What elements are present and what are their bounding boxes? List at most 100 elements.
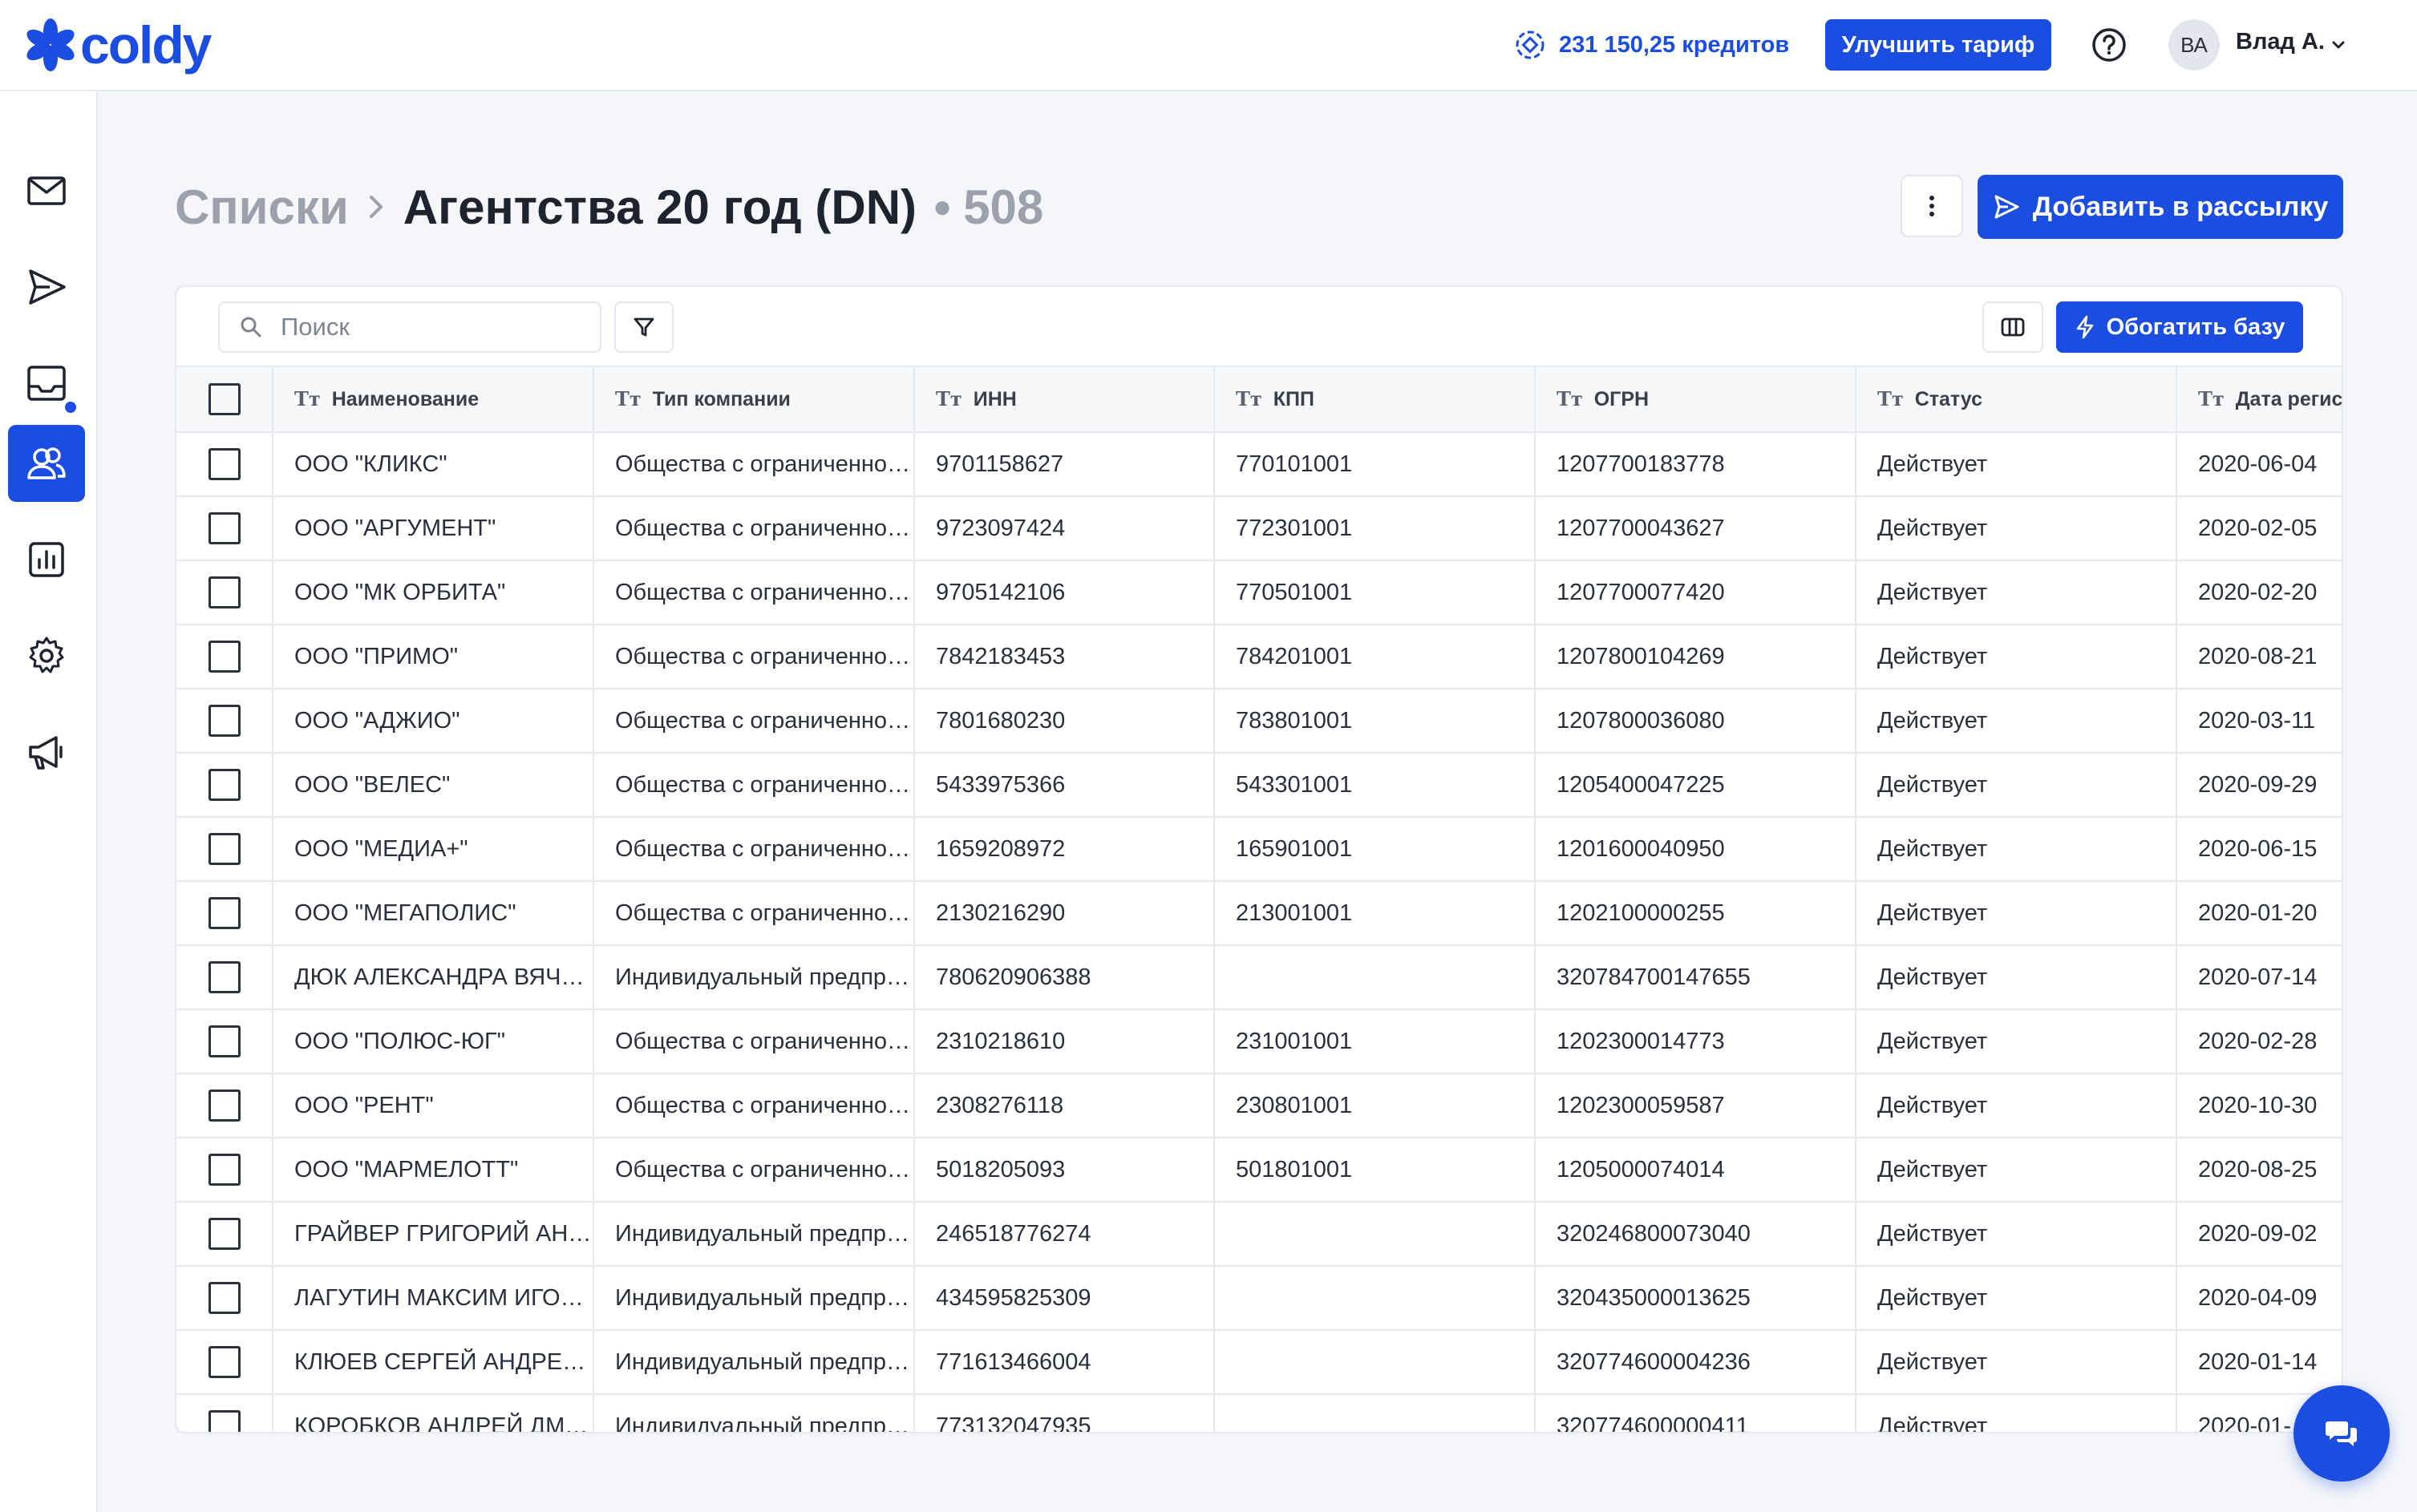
- cell-kpp: [1214, 1330, 1536, 1395]
- row-checkbox[interactable]: [208, 512, 241, 544]
- table-row[interactable]: ООО "МЕГАПОЛИС"Общества с ограниченной о…: [176, 881, 2342, 946]
- cell-kpp: 770101001: [1214, 432, 1536, 497]
- column-header-registration-date[interactable]: TтДата регистрации: [2176, 366, 2342, 433]
- row-select-cell: [176, 753, 273, 818]
- list-count: 508: [963, 180, 1044, 234]
- gear-icon: [29, 637, 64, 673]
- cell-inn: 7801680230: [914, 689, 1215, 754]
- cell-inn: 773132047935: [914, 1394, 1215, 1432]
- text-type-icon: Tт: [936, 387, 962, 410]
- select-all-checkbox[interactable]: [208, 383, 241, 415]
- cell-registration-date: 2020-03-11: [2176, 689, 2342, 754]
- row-select-cell: [176, 817, 273, 882]
- column-header-status[interactable]: Tт Статус: [1856, 366, 2177, 433]
- row-checkbox[interactable]: [208, 897, 241, 929]
- search-box[interactable]: [218, 301, 601, 353]
- text-type-icon: Tт: [1877, 387, 1904, 410]
- breadcrumb: Списки Агентства 20 год (DN) ● 508: [175, 176, 1043, 237]
- table-row[interactable]: ООО "МК ОРБИТА"Общества с ограниченной о…: [176, 560, 2342, 625]
- sidebar-item-lists[interactable]: [8, 425, 85, 502]
- credits-text: 231 150,25 кредитов: [1559, 31, 1790, 58]
- table-row[interactable]: ГРАЙВЕР ГРИГОРИЙ АНДРЕЕВИЧИндивидуальный…: [176, 1202, 2342, 1267]
- chevron-down-icon[interactable]: [2329, 35, 2348, 55]
- row-checkbox[interactable]: [208, 641, 241, 673]
- row-checkbox[interactable]: [208, 1218, 241, 1250]
- column-header-company-type[interactable]: Tт Тип компании: [593, 366, 915, 433]
- cell-ogrn: 1202300014773: [1535, 1009, 1856, 1074]
- cell-kpp: 770501001: [1214, 560, 1536, 625]
- cell-kpp: [1214, 1266, 1536, 1331]
- row-checkbox[interactable]: [208, 1154, 241, 1186]
- filter-button[interactable]: [614, 301, 674, 353]
- column-header-inn[interactable]: Tт ИНН: [914, 366, 1215, 433]
- credits-balance[interactable]: 231 150,25 кредитов: [1514, 27, 1789, 63]
- breadcrumb-lists-link[interactable]: Списки: [175, 180, 349, 235]
- user-name[interactable]: Влад А.: [2236, 29, 2325, 55]
- row-checkbox[interactable]: [208, 961, 241, 993]
- cell-kpp: 784201001: [1214, 625, 1536, 689]
- row-select-cell: [176, 1202, 273, 1267]
- table-row[interactable]: ООО "АДЖИО"Общества с ограниченной ответ…: [176, 689, 2342, 754]
- sidebar-item-mail[interactable]: [8, 152, 85, 229]
- envelope-icon: [27, 176, 66, 205]
- row-select-cell: [176, 1138, 273, 1203]
- row-checkbox[interactable]: [208, 1090, 241, 1122]
- table-row[interactable]: ООО "КЛИКС"Общества с ограниченной ответ…: [176, 432, 2342, 497]
- table-row[interactable]: КОРОБКОВ АНДРЕЙ ДМИТРИЕВИЧИндивидуальный…: [176, 1394, 2342, 1432]
- sidebar-item-campaigns[interactable]: [8, 249, 85, 325]
- sidebar-item-announcements[interactable]: [8, 714, 85, 790]
- cell-inn: 5433975366: [914, 753, 1215, 818]
- cell-status: Действует: [1856, 1138, 2177, 1203]
- table-row[interactable]: ООО "АРГУМЕНТ"Общества с ограниченной от…: [176, 496, 2342, 561]
- table-row[interactable]: ООО "РЕНТ"Общества с ограниченной ответс…: [176, 1073, 2342, 1138]
- add-to-campaign-button[interactable]: Добавить в рассылку: [1978, 175, 2343, 239]
- more-options-button[interactable]: [1901, 175, 1963, 237]
- row-checkbox[interactable]: [208, 833, 241, 865]
- columns-button[interactable]: [1982, 301, 2043, 353]
- row-checkbox[interactable]: [208, 576, 241, 608]
- send-icon: [29, 269, 66, 305]
- search-input[interactable]: [281, 313, 569, 342]
- coldy-logo[interactable]: coldy: [24, 14, 212, 75]
- table-row[interactable]: ООО "ПОЛЮС-ЮГ"Общества с ограниченной от…: [176, 1009, 2342, 1074]
- bar-chart-icon: [29, 542, 64, 577]
- row-checkbox[interactable]: [208, 705, 241, 737]
- cell-ogrn: 1205400047225: [1535, 753, 1856, 818]
- cell-company-type: Общества с ограниченной ответственностью: [593, 817, 915, 882]
- chat-support-button[interactable]: [2294, 1385, 2390, 1482]
- avatar[interactable]: ВА: [2168, 19, 2220, 71]
- table-row[interactable]: ООО "МАРМЕЛОТТ"Общества с ограниченной о…: [176, 1138, 2342, 1203]
- column-header-ogrn[interactable]: Tт ОГРН: [1535, 366, 1856, 433]
- table-row[interactable]: КЛЮЕВ СЕРГЕЙ АНДРЕЕВИЧ Индивидуальный пре…: [176, 1330, 2342, 1395]
- table-row[interactable]: ООО "ПРИМО"Общества с ограниченной ответ…: [176, 625, 2342, 689]
- columns-icon: [2001, 317, 2025, 337]
- search-icon: [241, 317, 261, 338]
- upgrade-plan-button[interactable]: Улучшить тариф: [1825, 19, 2051, 71]
- column-header-name[interactable]: Tт Наименование: [273, 366, 594, 433]
- table-row[interactable]: ООО "МЕДИА+"Общества с ограниченной отве…: [176, 817, 2342, 882]
- cell-name: ООО "АРГУМЕНТ": [273, 496, 594, 561]
- row-checkbox[interactable]: [208, 1410, 241, 1432]
- column-header-kpp[interactable]: Tт КПП: [1214, 366, 1536, 433]
- row-select-cell: [176, 625, 273, 689]
- cell-status: Действует: [1856, 1330, 2177, 1395]
- sidebar-item-analytics[interactable]: [8, 521, 85, 598]
- sidebar-item-settings[interactable]: [8, 617, 85, 694]
- table-row[interactable]: ДЮК АЛЕКСАНДРА ВЯЧЕСЛАВОВНАИндивидуальны…: [176, 945, 2342, 1010]
- table-row[interactable]: ЛАГУТИН МАКСИМ ИГОРЕВИЧИндивидуальный пр…: [176, 1266, 2342, 1331]
- row-checkbox[interactable]: [208, 769, 241, 801]
- row-select-cell: [176, 1009, 273, 1074]
- text-type-icon: Tт: [1557, 387, 1583, 410]
- cell-kpp: 772301001: [1214, 496, 1536, 561]
- enrich-database-button[interactable]: Обогатить базу: [2056, 301, 2303, 353]
- cell-name: КЛЮЕВ СЕРГЕЙ АНДРЕЕВИЧ: [273, 1330, 594, 1395]
- row-checkbox[interactable]: [208, 1346, 241, 1378]
- cell-name: ГРАЙВЕР ГРИГОРИЙ АНДРЕЕВИЧ: [273, 1202, 594, 1267]
- help-icon[interactable]: [2091, 27, 2127, 63]
- row-checkbox[interactable]: [208, 1282, 241, 1314]
- row-checkbox[interactable]: [208, 1025, 241, 1057]
- table-row[interactable]: ООО "ВЕЛЕС"Общества с ограниченной ответ…: [176, 753, 2342, 818]
- megaphone-icon: [29, 736, 63, 770]
- row-checkbox[interactable]: [208, 448, 241, 480]
- sidebar-item-inbox[interactable]: [8, 345, 85, 422]
